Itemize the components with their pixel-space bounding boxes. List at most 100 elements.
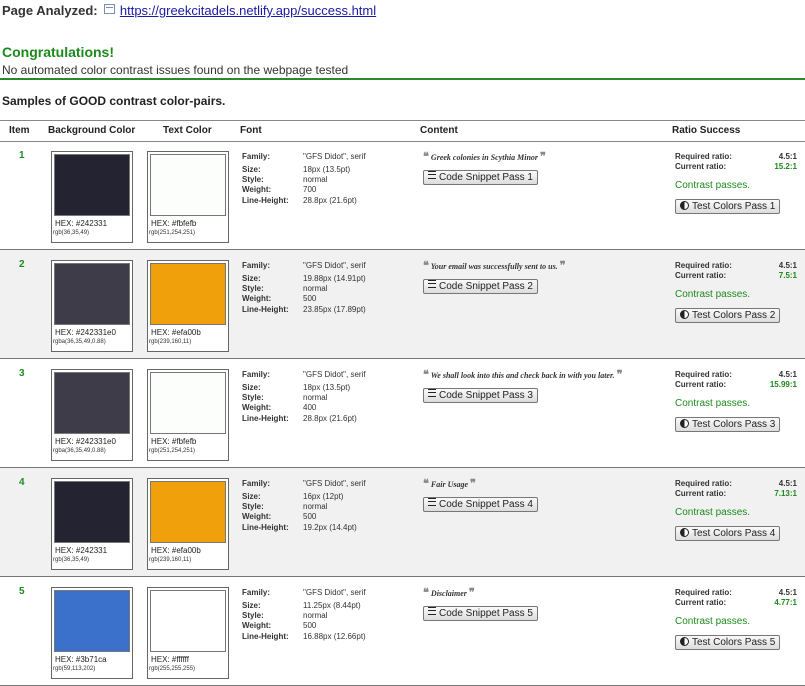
- text-hex: HEX: #ffffff: [151, 655, 189, 664]
- code-snippet-button[interactable]: Code Snippet Pass 3: [423, 388, 538, 403]
- font-size-label: Size:: [242, 274, 261, 283]
- contrast-icon: [680, 201, 689, 210]
- content-sample: ❝ Greek colonies in Scythia Minor ❞: [423, 152, 659, 163]
- text-swatch: [150, 590, 226, 652]
- font-family-value: "GFS Didot", serif: [303, 152, 366, 161]
- current-ratio-label: Current ratio:: [675, 162, 727, 171]
- background-color-sample: HEX: #242331e0 rgba(36,35,49,0.88): [51, 260, 133, 352]
- page-analyzed-label: Page Analyzed:: [2, 3, 98, 18]
- text-color-sample: HEX: #efa00b rgb(239,160,11): [147, 260, 229, 352]
- font-size-label: Size:: [242, 601, 261, 610]
- code-snippet-button[interactable]: Code Snippet Pass 2: [423, 279, 538, 294]
- analyzed-url-link[interactable]: https://greekcitadels.netlify.app/succes…: [120, 3, 376, 18]
- font-style-label: Style:: [242, 393, 264, 402]
- test-colors-button[interactable]: Test Colors Pass 3: [675, 417, 781, 432]
- contrast-passes-text: Contrast passes.: [675, 180, 751, 191]
- font-weight-value: 500: [303, 294, 317, 303]
- line-height-value: 23.85px (17.89pt): [303, 305, 366, 314]
- background-color-sample: HEX: #3b71ca rgb(59,113,202): [51, 587, 133, 679]
- font-weight-value: 400: [303, 403, 317, 412]
- required-ratio-value: 4.5:1: [778, 152, 797, 161]
- background-rgb: rgba(36,35,49,0.88): [53, 448, 106, 454]
- text-color-sample: HEX: #efa00b rgb(239,160,11): [147, 478, 229, 570]
- font-size-label: Size:: [242, 383, 261, 392]
- code-snippet-button[interactable]: Code Snippet Pass 1: [423, 170, 538, 185]
- background-hex: HEX: #3b71ca: [55, 655, 107, 664]
- content-text: Greek colonies in Scythia Minor: [430, 153, 539, 162]
- background-rgb: rgb(36,35,49): [53, 557, 90, 563]
- background-color-sample: HEX: #242331 rgb(36,35,49): [51, 151, 133, 243]
- no-issues-message: No automated color contrast issues found…: [2, 63, 349, 77]
- line-height-value: 28.8px (21.6pt): [303, 414, 357, 423]
- test-colors-label: Test Colors Pass 2: [692, 310, 776, 321]
- test-colors-button[interactable]: Test Colors Pass 1: [675, 199, 781, 214]
- header-text-color: Text Color: [163, 125, 212, 136]
- font-style-label: Style:: [242, 284, 264, 293]
- font-style-label: Style:: [242, 502, 264, 511]
- item-number: 4: [19, 477, 25, 488]
- required-ratio-value: 4.5:1: [778, 588, 797, 597]
- font-family-label: Family:: [242, 370, 271, 379]
- code-snippet-button[interactable]: Code Snippet Pass 5: [423, 606, 538, 621]
- test-colors-button[interactable]: Test Colors Pass 5: [675, 635, 781, 650]
- table-row: 4 HEX: #242331 rgb(36,35,49) HEX: #efa00…: [0, 468, 805, 577]
- font-weight-label: Weight:: [242, 294, 272, 303]
- snippet-icon: [428, 607, 436, 615]
- snippet-icon: [428, 389, 436, 397]
- current-ratio-value: 7.13:1: [774, 489, 797, 498]
- snippet-icon: [428, 498, 436, 506]
- line-height-label: Line-Height:: [242, 632, 289, 641]
- required-ratio-value: 4.5:1: [778, 261, 797, 270]
- congratulations-heading: Congratulations!: [2, 44, 114, 60]
- font-weight-label: Weight:: [242, 403, 272, 412]
- content-text: Fair Usage: [430, 480, 469, 489]
- external-link-icon: [104, 4, 116, 14]
- test-colors-button[interactable]: Test Colors Pass 4: [675, 526, 781, 541]
- font-weight-value: 700: [303, 185, 317, 194]
- font-weight-label: Weight:: [242, 512, 272, 521]
- test-colors-label: Test Colors Pass 3: [692, 419, 776, 430]
- font-family-value: "GFS Didot", serif: [303, 479, 366, 488]
- font-style-label: Style:: [242, 175, 264, 184]
- header-item: Item: [9, 125, 30, 136]
- font-weight-label: Weight:: [242, 185, 272, 194]
- test-colors-button[interactable]: Test Colors Pass 2: [675, 308, 781, 323]
- line-height-value: 16.88px (12.66pt): [303, 632, 366, 641]
- contrast-icon: [680, 528, 689, 537]
- background-hex: HEX: #242331e0: [55, 328, 116, 337]
- text-hex: HEX: #efa00b: [151, 328, 201, 337]
- code-snippet-label: Code Snippet Pass 4: [439, 499, 533, 510]
- test-colors-label: Test Colors Pass 4: [692, 528, 776, 539]
- contrast-passes-text: Contrast passes.: [675, 289, 751, 300]
- text-rgb: rgb(239,160,11): [149, 557, 192, 563]
- font-size-value: 18px (13.5pt): [303, 383, 351, 392]
- required-ratio-label: Required ratio:: [675, 588, 732, 597]
- line-height-value: 19.2px (14.4pt): [303, 523, 357, 532]
- table-row: 1 HEX: #242331 rgb(36,35,49) HEX: #fbfef…: [0, 141, 805, 250]
- close-quote-icon: ❞: [540, 151, 546, 163]
- background-hex: HEX: #242331: [55, 546, 108, 555]
- font-family-value: "GFS Didot", serif: [303, 261, 366, 270]
- open-quote-icon: ❝: [423, 369, 429, 381]
- text-swatch: [150, 263, 226, 325]
- current-ratio-label: Current ratio:: [675, 380, 727, 389]
- required-ratio-label: Required ratio:: [675, 370, 732, 379]
- current-ratio-label: Current ratio:: [675, 489, 727, 498]
- header-font: Font: [240, 125, 262, 136]
- required-ratio-label: Required ratio:: [675, 152, 732, 161]
- text-color-sample: HEX: #ffffff rgb(255,255,255): [147, 587, 229, 679]
- font-size-label: Size:: [242, 492, 261, 501]
- text-swatch: [150, 154, 226, 216]
- code-snippet-label: Code Snippet Pass 1: [439, 172, 533, 183]
- close-quote-icon: ❞: [470, 478, 476, 490]
- table-header: Item Background Color Text Color Font Co…: [0, 120, 805, 142]
- content-sample: ❝ Disclaimer ❞: [423, 588, 659, 599]
- font-size-label: Size:: [242, 165, 261, 174]
- item-number: 5: [19, 586, 25, 597]
- samples-heading: Samples of GOOD contrast color-pairs.: [2, 94, 226, 108]
- code-snippet-button[interactable]: Code Snippet Pass 4: [423, 497, 538, 512]
- contrast-icon: [680, 637, 689, 646]
- open-quote-icon: ❝: [423, 587, 429, 599]
- font-family-label: Family:: [242, 261, 271, 270]
- font-style-value: normal: [303, 393, 328, 402]
